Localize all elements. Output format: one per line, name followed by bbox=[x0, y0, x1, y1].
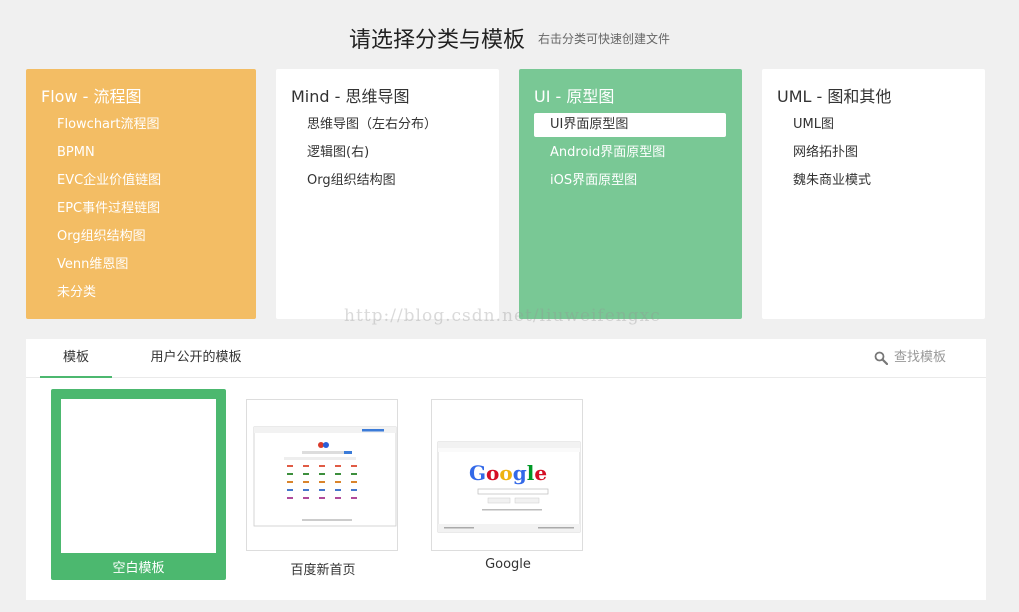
category-item-evc[interactable]: EVC企业价值链图 bbox=[41, 169, 240, 193]
category-item-org-mind[interactable]: Org组织结构图 bbox=[291, 169, 483, 193]
category-item-venn[interactable]: Venn维恩图 bbox=[41, 253, 240, 277]
category-item-ui-prototype[interactable]: UI界面原型图 bbox=[534, 113, 726, 137]
page-subtitle: 右击分类可快速创建文件 bbox=[538, 31, 671, 46]
template-google-label: Google bbox=[485, 557, 531, 572]
category-item-org[interactable]: Org组织结构图 bbox=[41, 225, 240, 249]
template-google-thumbnail: Google bbox=[431, 399, 583, 551]
category-card-mind[interactable]: Mind - 思维导图 思维导图（左右分布） 逻辑图(右) Org组织结构图 bbox=[276, 69, 499, 319]
svg-text:Google: Google bbox=[469, 461, 547, 485]
page-title: 请选择分类与模板 bbox=[348, 28, 525, 53]
category-item-network[interactable]: 网络拓扑图 bbox=[777, 141, 969, 165]
category-item-bpmn[interactable]: BPMN bbox=[41, 141, 240, 165]
category-title-ui: UI - 原型图 bbox=[534, 87, 615, 106]
category-item-android[interactable]: Android界面原型图 bbox=[534, 141, 726, 165]
template-panel: 模板 用户公开的模板 查找模板 空白模板 百度新首页 Google Google bbox=[26, 339, 986, 600]
category-card-uml[interactable]: UML - 图和其他 UML图 网络拓扑图 魏朱商业模式 bbox=[762, 69, 985, 319]
category-item-business-model[interactable]: 魏朱商业模式 bbox=[777, 169, 969, 193]
template-blank-preview bbox=[61, 399, 216, 553]
search-icon bbox=[874, 351, 888, 365]
search-label: 查找模板 bbox=[893, 350, 946, 365]
page-heading: 请选择分类与模板 右击分类可快速创建文件 bbox=[0, 22, 1019, 54]
category-item-logic[interactable]: 逻辑图(右) bbox=[291, 141, 483, 165]
category-card-flow[interactable]: Flow - 流程图 Flowchart流程图 BPMN EVC企业价值链图 E… bbox=[26, 69, 256, 319]
template-baidu-thumbnail bbox=[246, 399, 398, 551]
category-item-uml[interactable]: UML图 bbox=[777, 113, 969, 137]
template-tabs: 模板 用户公开的模板 查找模板 bbox=[26, 339, 986, 378]
category-item-mindmap[interactable]: 思维导图（左右分布） bbox=[291, 113, 483, 137]
category-item-flowchart[interactable]: Flowchart流程图 bbox=[41, 113, 240, 137]
search-templates[interactable]: 查找模板 bbox=[874, 347, 946, 369]
category-title-mind: Mind - 思维导图 bbox=[291, 87, 410, 106]
template-baidu-label: 百度新首页 bbox=[290, 563, 356, 578]
template-blank[interactable]: 空白模板 bbox=[51, 389, 226, 580]
template-blank-label: 空白模板 bbox=[112, 561, 165, 576]
category-item-epc[interactable]: EPC事件过程链图 bbox=[41, 197, 240, 221]
tab-templates[interactable]: 模板 bbox=[40, 339, 112, 378]
category-title-flow: Flow - 流程图 bbox=[41, 87, 142, 106]
category-item-ios[interactable]: iOS界面原型图 bbox=[534, 169, 726, 193]
baidu-preview-image bbox=[253, 426, 397, 527]
template-google[interactable]: Google Google bbox=[431, 399, 585, 579]
category-card-ui[interactable]: UI - 原型图 UI界面原型图 Android界面原型图 iOS界面原型图 bbox=[519, 69, 742, 319]
template-baidu[interactable]: 百度新首页 bbox=[246, 399, 400, 579]
tab-public-templates[interactable]: 用户公开的模板 bbox=[141, 339, 251, 376]
category-item-uncategorized[interactable]: 未分类 bbox=[41, 281, 240, 305]
category-title-uml: UML - 图和其他 bbox=[777, 87, 892, 106]
google-preview-image: Google bbox=[437, 441, 581, 533]
